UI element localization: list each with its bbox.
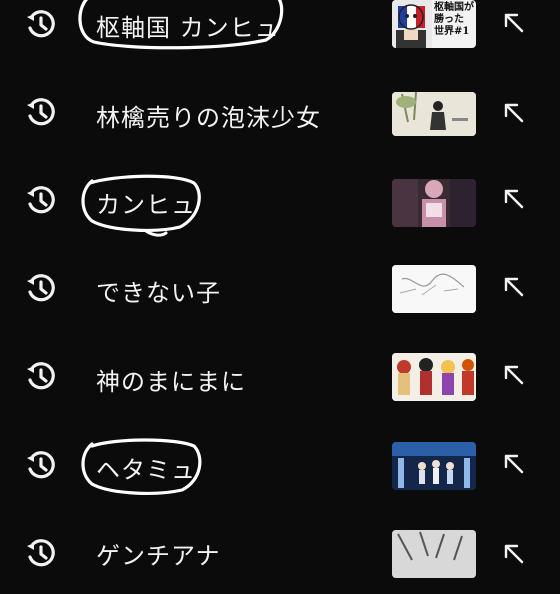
history-row[interactable]: できない子 — [0, 245, 560, 333]
history-icon — [27, 186, 55, 214]
history-row[interactable]: 神のまにまに — [0, 333, 560, 421]
insert-query-arrow-icon[interactable] — [500, 99, 528, 127]
insert-query-arrow-icon[interactable] — [500, 9, 528, 37]
history-icon — [27, 362, 55, 390]
history-icon — [27, 451, 55, 479]
history-row[interactable]: カンヒュ — [0, 157, 560, 245]
history-icon — [27, 274, 55, 302]
insert-query-arrow-icon[interactable] — [500, 185, 528, 213]
video-thumbnail[interactable] — [392, 92, 476, 136]
history-label: できない子 — [96, 279, 221, 307]
history-icon — [27, 10, 55, 38]
video-thumbnail[interactable] — [392, 530, 476, 578]
thumbnail-art — [392, 442, 476, 490]
insert-query-arrow-icon[interactable] — [500, 361, 528, 389]
history-icon — [27, 98, 55, 126]
history-label: ゲンチアナ — [96, 542, 221, 570]
insert-query-arrow-icon[interactable] — [500, 273, 528, 301]
thumbnail-art — [392, 265, 476, 313]
video-thumbnail[interactable] — [392, 265, 476, 313]
history-row[interactable]: 枢軸国 カンヒュ 枢軸国が 勝った 世界#1 — [0, 0, 560, 70]
history-label: 枢軸国 カンヒュ — [96, 14, 280, 42]
history-label: 林檎売りの泡沫少女 — [96, 104, 321, 132]
history-row[interactable]: ゲンチアナ — [0, 506, 560, 594]
history-label: ヘタミュ — [96, 456, 196, 484]
thumbnail-art — [392, 179, 476, 227]
insert-query-arrow-icon[interactable] — [500, 450, 528, 478]
history-row[interactable]: ヘタミュ — [0, 420, 560, 508]
video-thumbnail[interactable] — [392, 179, 476, 227]
thumbnail-art — [392, 353, 476, 401]
insert-query-arrow-icon[interactable] — [500, 540, 528, 568]
history-icon — [27, 539, 55, 567]
history-row[interactable]: 林檎売りの泡沫少女 — [0, 70, 560, 158]
video-thumbnail[interactable] — [392, 353, 476, 401]
video-thumbnail[interactable]: 枢軸国が 勝った 世界#1 — [392, 0, 476, 48]
thumbnail-art — [392, 92, 476, 136]
video-thumbnail[interactable] — [392, 442, 476, 490]
thumbnail-art — [392, 530, 476, 578]
search-history-list: 枢軸国 カンヒュ 枢軸国が 勝った 世界#1 林檎売りの泡沫少女 カンヒュ でき… — [0, 0, 560, 578]
thumbnail-caption: 枢軸国が 勝った 世界#1 — [434, 2, 474, 37]
history-label: カンヒュ — [96, 191, 196, 219]
history-label: 神のまにまに — [96, 368, 246, 396]
